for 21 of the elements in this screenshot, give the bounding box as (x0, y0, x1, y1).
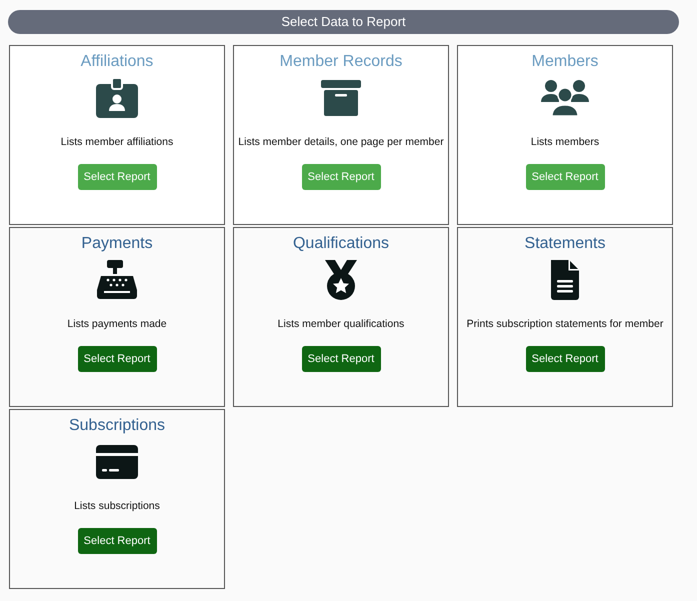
select-report-button[interactable]: Select Report (526, 346, 604, 372)
card-description: Lists members (530, 135, 600, 150)
card-description: Prints subscription statements for member (466, 317, 664, 332)
card-title: Statements (524, 234, 606, 254)
card-description: Lists member affiliations (60, 135, 174, 150)
card-title: Subscriptions (68, 416, 166, 436)
select-report-button[interactable]: Select Report (78, 346, 156, 372)
card-title: Members (532, 52, 598, 72)
card-title: Member Records (280, 52, 402, 72)
page-header: Select Data to Report (8, 10, 679, 34)
card-description: Lists subscriptions (73, 499, 161, 514)
card-description: Lists member details, one page per member (237, 135, 445, 150)
card-description: Lists payments made (66, 317, 168, 332)
card-title: Affiliations (80, 52, 154, 72)
select-report-button[interactable]: Select Report (302, 346, 380, 372)
card-title: Qualifications (292, 234, 390, 254)
cash-register-icon (95, 258, 139, 302)
select-report-button[interactable]: Select Report (78, 528, 156, 554)
card-description: Lists member qualifications (276, 317, 406, 332)
card-title: Payments (81, 234, 153, 254)
id-badge-icon (95, 76, 139, 120)
